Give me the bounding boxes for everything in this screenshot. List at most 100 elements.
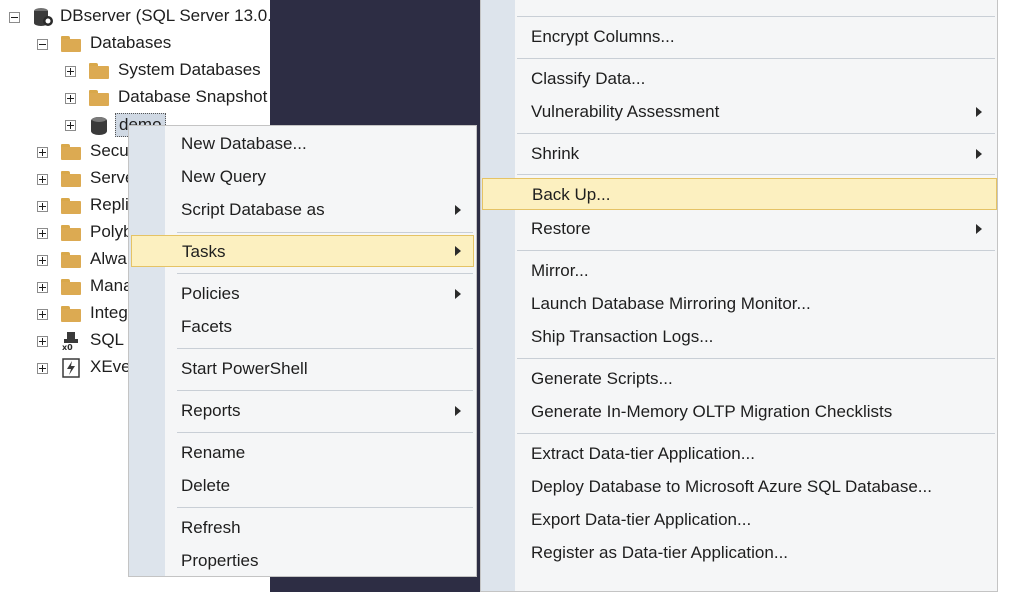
management-label: Mana bbox=[90, 276, 133, 295]
menu-item-new-query[interactable]: New Query bbox=[165, 161, 476, 193]
submenu-arrow-icon bbox=[455, 246, 461, 256]
menu-item-shrink[interactable]: Shrink bbox=[515, 138, 997, 170]
menu-item-label: Properties bbox=[181, 551, 259, 570]
menu-gutter bbox=[129, 126, 165, 576]
expand-icon[interactable] bbox=[37, 200, 48, 212]
menu-item-label: Deploy Database to Microsoft Azure SQL D… bbox=[531, 477, 932, 496]
menu-separator bbox=[517, 433, 995, 434]
menu-item-classify-data[interactable]: Classify Data... bbox=[515, 63, 997, 95]
menu-item-generate-scripts[interactable]: Generate Scripts... bbox=[515, 363, 997, 395]
tree-node-database-snapshots[interactable]: Database Snapshot bbox=[65, 85, 269, 111]
folder-icon bbox=[61, 198, 81, 214]
menu-item-label: Tasks bbox=[182, 242, 226, 261]
folder-icon bbox=[61, 36, 81, 52]
expand-icon[interactable] bbox=[65, 65, 76, 77]
menu-item-export-data-tier[interactable]: Export Data-tier Application... bbox=[515, 504, 997, 536]
tree-node-system-databases[interactable]: System Databases bbox=[65, 58, 269, 84]
menu-separator bbox=[517, 358, 995, 359]
menu-item-label: Launch Database Mirroring Monitor... bbox=[531, 294, 811, 313]
expand-icon[interactable] bbox=[37, 335, 48, 347]
system-databases-label: System Databases bbox=[118, 60, 261, 79]
menu-item-label: Generate Scripts... bbox=[531, 369, 673, 388]
folder-icon bbox=[61, 171, 81, 187]
folder-icon bbox=[89, 90, 109, 106]
menu-item-label: Reports bbox=[181, 401, 241, 420]
menu-item-label: Export Data-tier Application... bbox=[531, 510, 752, 529]
menu-item-register-data-tier[interactable]: Register as Data-tier Application... bbox=[515, 537, 997, 569]
sql-agent-icon: x0 bbox=[61, 331, 81, 356]
menu-item-label: Delete bbox=[181, 476, 231, 495]
menu-item-deploy-to-azure[interactable]: Deploy Database to Microsoft Azure SQL D… bbox=[515, 471, 997, 503]
expand-icon[interactable] bbox=[37, 173, 48, 185]
menu-item-label: Rename bbox=[181, 443, 246, 462]
menu-item-refresh[interactable]: Refresh bbox=[165, 512, 476, 544]
tree-node-databases[interactable]: Databases bbox=[37, 31, 269, 57]
menu-item-label: Encrypt Columns... bbox=[531, 27, 675, 46]
expand-icon[interactable] bbox=[37, 362, 48, 374]
expand-icon[interactable] bbox=[37, 254, 48, 266]
folder-icon bbox=[61, 225, 81, 241]
database-snapshots-label: Database Snapshot bbox=[118, 87, 268, 106]
database-icon bbox=[91, 115, 107, 135]
folder-icon bbox=[61, 252, 81, 268]
collapse-icon[interactable] bbox=[9, 11, 20, 23]
menu-item-new-database[interactable]: New Database... bbox=[165, 128, 476, 160]
menu-item-delete[interactable]: Delete bbox=[165, 470, 476, 502]
menu-item-ship-transaction-logs[interactable]: Ship Transaction Logs... bbox=[515, 321, 997, 353]
menu-item-properties[interactable]: Properties bbox=[165, 545, 476, 577]
menu-separator bbox=[517, 16, 995, 17]
submenu-arrow-icon bbox=[455, 289, 461, 299]
xevent-label: XEve bbox=[90, 357, 131, 376]
expand-icon[interactable] bbox=[37, 281, 48, 293]
menu-item-policies[interactable]: Policies bbox=[165, 278, 476, 310]
menu-item-reports[interactable]: Reports bbox=[165, 395, 476, 427]
always-on-label: Alwa bbox=[90, 249, 127, 268]
tree-node-server[interactable]: DBserver (SQL Server 13.0. bbox=[9, 4, 272, 30]
xevent-icon bbox=[62, 358, 80, 383]
expand-icon[interactable] bbox=[37, 146, 48, 158]
menu-item-rename[interactable]: Rename bbox=[165, 437, 476, 469]
expand-icon[interactable] bbox=[37, 308, 48, 320]
collapse-icon[interactable] bbox=[37, 38, 48, 50]
menu-item-mirror[interactable]: Mirror... bbox=[515, 255, 997, 287]
menu-separator bbox=[177, 273, 473, 274]
menu-item-extract-data-tier[interactable]: Extract Data-tier Application... bbox=[515, 438, 997, 470]
folder-icon bbox=[61, 144, 81, 160]
folder-icon bbox=[61, 306, 81, 322]
menu-item-start-powershell[interactable]: Start PowerShell bbox=[165, 353, 476, 385]
folder-icon bbox=[89, 63, 109, 79]
menu-item-launch-mirroring-monitor[interactable]: Launch Database Mirroring Monitor... bbox=[515, 288, 997, 320]
tasks-submenu: Encrypt Columns... Classify Data... Vuln… bbox=[480, 0, 998, 592]
menu-item-label: Register as Data-tier Application... bbox=[531, 543, 789, 562]
database-context-menu: New Database... New Query Script Databas… bbox=[128, 125, 477, 577]
menu-item-label: Script Database as bbox=[181, 200, 325, 219]
menu-separator bbox=[517, 133, 995, 134]
menu-item-label: Vulnerability Assessment bbox=[531, 102, 720, 121]
menu-item-label: Back Up... bbox=[532, 185, 611, 204]
menu-item-facets[interactable]: Facets bbox=[165, 311, 476, 343]
submenu-arrow-icon bbox=[455, 406, 461, 416]
expand-icon[interactable] bbox=[65, 92, 76, 104]
menu-item-restore[interactable]: Restore bbox=[515, 213, 997, 245]
expand-icon[interactable] bbox=[37, 227, 48, 239]
menu-separator bbox=[177, 232, 473, 233]
menu-item-label: Generate In-Memory OLTP Migration Checkl… bbox=[531, 402, 893, 421]
polybase-label: Polyb bbox=[90, 222, 133, 241]
submenu-arrow-icon bbox=[976, 107, 982, 117]
menu-item-encrypt-columns[interactable]: Encrypt Columns... bbox=[515, 21, 997, 53]
menu-item-tasks[interactable]: Tasks bbox=[131, 235, 474, 267]
expand-icon[interactable] bbox=[65, 119, 76, 131]
menu-separator bbox=[517, 174, 995, 175]
sql-agent-label: SQL bbox=[90, 330, 125, 349]
menu-item-generate-inmemory-checklists[interactable]: Generate In-Memory OLTP Migration Checkl… bbox=[515, 396, 997, 428]
menu-item-back-up[interactable]: Back Up... bbox=[482, 178, 997, 210]
menu-item-label: Policies bbox=[181, 284, 240, 303]
menu-item-label: New Database... bbox=[181, 134, 307, 153]
submenu-arrow-icon bbox=[976, 149, 982, 159]
menu-item-label: Shrink bbox=[531, 144, 580, 163]
replication-label: Repli bbox=[90, 195, 129, 214]
menu-item-vulnerability-assessment[interactable]: Vulnerability Assessment bbox=[515, 96, 997, 128]
menu-item-script-database-as[interactable]: Script Database as bbox=[165, 194, 476, 226]
menu-separator bbox=[517, 58, 995, 59]
menu-item-label: Ship Transaction Logs... bbox=[531, 327, 714, 346]
